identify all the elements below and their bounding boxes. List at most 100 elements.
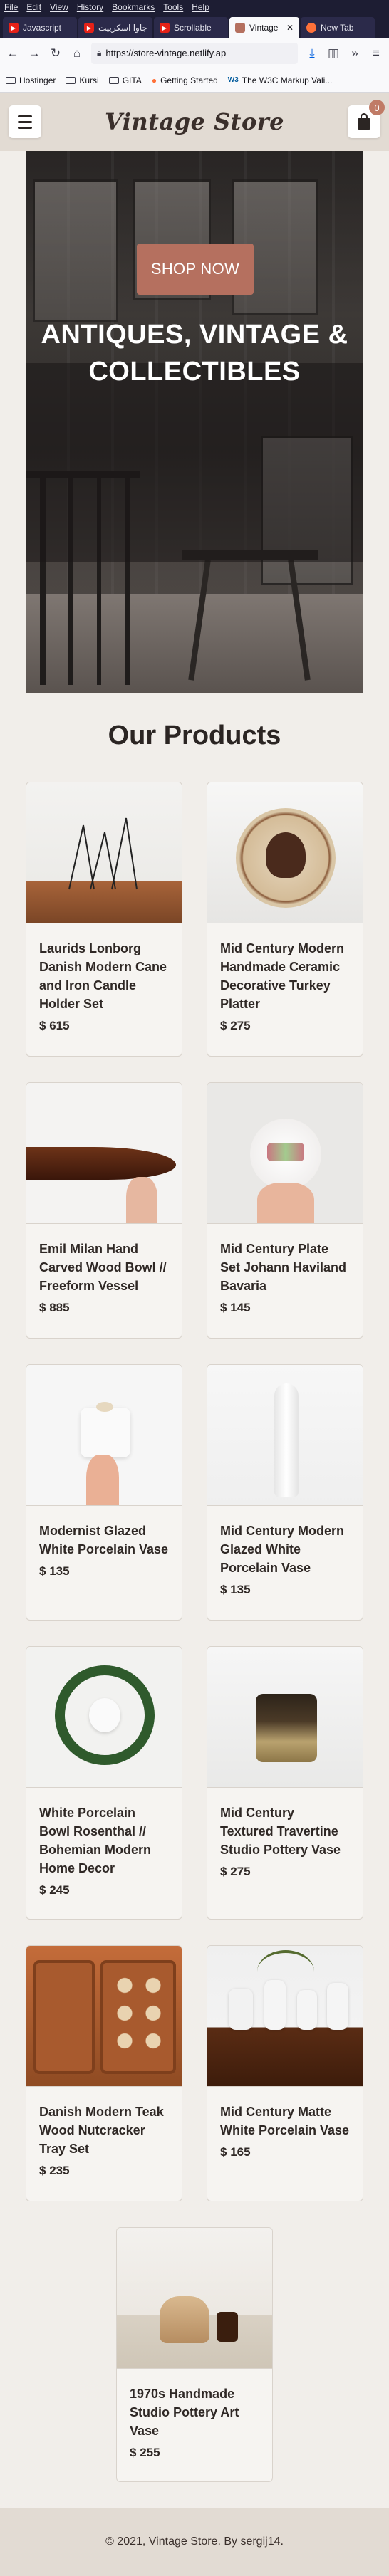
tab-label: Javascript — [23, 23, 62, 33]
bookmark-item[interactable]: W3 The W3C Markup Vali... — [228, 75, 332, 85]
product-card[interactable]: Mid Century Modern Glazed White Porcelai… — [207, 1364, 363, 1621]
library-icon[interactable]: ▥ — [326, 45, 341, 62]
menu-tools[interactable]: Tools — [163, 2, 183, 12]
menu-icon-bar — [18, 126, 32, 129]
site-logo[interactable]: Vintage Store — [105, 108, 284, 135]
browser-tab-active[interactable]: Vintage ✕ — [229, 17, 299, 38]
product-image[interactable] — [207, 1083, 363, 1224]
folder-icon — [6, 76, 16, 84]
product-card[interactable]: Emil Milan Hand Carved Wood Bowl // Free… — [26, 1082, 182, 1339]
bookmark-item[interactable]: GITA — [108, 75, 142, 85]
download-icon[interactable]: ⤓ — [305, 45, 319, 62]
product-card[interactable]: Mid Century Modern Handmade Ceramic Deco… — [207, 782, 363, 1057]
bookmark-item[interactable]: ● Getting Started — [152, 75, 218, 85]
matte-vase-illustration — [229, 1989, 253, 2030]
shop-now-button[interactable]: SHOP NOW — [137, 244, 254, 295]
product-card[interactable]: 1970s Handmade Studio Pottery Art Vase 2… — [116, 2227, 273, 2482]
bookmarks-bar: Hostinger Kursi GITA ● Getting Started W3… — [0, 68, 389, 93]
home-icon[interactable]: ⌂ — [70, 45, 84, 62]
menu-toggle-button[interactable] — [9, 105, 41, 138]
product-name[interactable]: 1970s Handmade Studio Pottery Art Vase — [117, 2369, 272, 2440]
browser-tab[interactable]: ▶ Scrollable — [154, 17, 228, 38]
browser-tab[interactable]: ▶ جاوا اسکریپت — [78, 17, 152, 38]
hero-overlay — [26, 363, 363, 562]
product-name[interactable]: Mid Century Modern Handmade Ceramic Deco… — [207, 923, 363, 1013]
hamburger-menu-icon[interactable]: ≡ — [369, 45, 383, 62]
bookmark-item[interactable]: Hostinger — [6, 75, 56, 85]
product-name[interactable]: Mid Century Plate Set Johann Haviland Ba… — [207, 1224, 363, 1295]
pottery-vase-illustration — [160, 2296, 209, 2343]
product-image[interactable] — [26, 1647, 182, 1788]
tab-strip: ▶ Javascript ▶ جاوا اسکریپت ▶ Scrollable… — [0, 14, 389, 38]
product-price: 275 — [207, 1859, 363, 1879]
close-tab-icon[interactable]: ✕ — [286, 23, 294, 33]
url-bar[interactable]: 🔒︎ https://store-vintage.netlify.ap — [91, 42, 298, 64]
youtube-icon: ▶ — [9, 23, 19, 33]
forward-icon[interactable]: → — [27, 45, 41, 62]
menu-bookmarks[interactable]: Bookmarks — [112, 2, 155, 12]
menu-edit[interactable]: Edit — [26, 2, 41, 12]
bookmark-item[interactable]: Kursi — [66, 75, 99, 85]
product-card[interactable]: Danish Modern Teak Wood Nutcracker Tray … — [26, 1945, 182, 2201]
w3c-icon: W3 — [227, 76, 239, 84]
product-card[interactable]: Laurids Lonborg Danish Modern Cane and I… — [26, 782, 182, 1057]
product-price: 255 — [117, 2440, 272, 2460]
product-price: 135 — [207, 1577, 363, 1597]
browser-menubar: File Edit View History Bookmarks Tools H… — [0, 0, 389, 14]
product-image[interactable] — [207, 1365, 363, 1506]
overflow-menu-icon[interactable]: » — [348, 45, 362, 62]
teak-tray-illustration — [33, 1960, 95, 2074]
hero-banner: SHOP NOW ANTIQUES, VINTAGE & COLLECTIBLE… — [26, 151, 363, 693]
hand-decor — [86, 1455, 119, 1505]
product-image[interactable] — [117, 2228, 272, 2369]
nuts-decor — [110, 1972, 167, 2064]
menu-help[interactable]: Help — [192, 2, 209, 12]
matte-vase-illustration — [297, 1990, 317, 2030]
hero-title-line: COLLECTIBLES — [88, 357, 301, 387]
menu-history[interactable]: History — [77, 2, 103, 12]
folder-icon — [66, 76, 76, 84]
url-text: https://store-vintage.netlify.ap — [105, 48, 227, 58]
browser-tab[interactable]: ▶ Javascript — [3, 17, 77, 38]
product-card[interactable]: White Porcelain Bowl Rosenthal // Bohemi… — [26, 1646, 182, 1920]
candle-decor — [217, 2312, 238, 2342]
product-name[interactable]: Mid Century Textured Travertine Studio P… — [207, 1788, 363, 1859]
back-icon[interactable]: ← — [6, 45, 20, 62]
menu-view[interactable]: View — [50, 2, 68, 12]
hero-title: ANTIQUES, VINTAGE & COLLECTIBLES — [26, 316, 363, 390]
product-name[interactable]: Danish Modern Teak Wood Nutcracker Tray … — [26, 2087, 182, 2158]
menu-icon-bar — [18, 120, 32, 123]
product-name[interactable]: Mid Century Matte White Porcelain Vase — [207, 2087, 363, 2140]
product-card[interactable]: Mid Century Plate Set Johann Haviland Ba… — [207, 1082, 363, 1339]
menu-file[interactable]: File — [4, 2, 18, 12]
product-image[interactable] — [207, 1647, 363, 1788]
product-name[interactable]: White Porcelain Bowl Rosenthal // Bohemi… — [26, 1788, 182, 1878]
hero-title-line: ANTIQUES, VINTAGE & — [41, 320, 348, 350]
product-name[interactable]: Modernist Glazed White Porcelain Vase — [26, 1506, 182, 1559]
product-price: 275 — [207, 1013, 363, 1033]
browser-tab[interactable]: New Tab — [301, 17, 375, 38]
candle-holder-illustration — [68, 817, 138, 890]
product-image[interactable] — [26, 1946, 182, 2087]
firefox-icon: ● — [151, 75, 157, 85]
product-name[interactable]: Laurids Lonborg Danish Modern Cane and I… — [26, 923, 182, 1013]
product-image[interactable] — [26, 1083, 182, 1224]
products-heading: Our Products — [108, 721, 281, 750]
reload-icon[interactable]: ↻ — [48, 45, 63, 62]
product-card[interactable]: Mid Century Textured Travertine Studio P… — [207, 1646, 363, 1920]
product-price: 615 — [26, 1013, 182, 1033]
product-image[interactable] — [26, 1365, 182, 1506]
browser-toolbar: ← → ↻ ⌂ 🔒︎ https://store-vintage.netlify… — [0, 38, 389, 68]
product-image[interactable] — [207, 782, 363, 923]
product-image[interactable] — [207, 1946, 363, 2087]
cart-button[interactable]: 0 — [348, 100, 385, 138]
product-card[interactable]: Mid Century Matte White Porcelain Vase 1… — [207, 1945, 363, 2201]
branch-decor — [257, 1950, 314, 1993]
product-name[interactable]: Emil Milan Hand Carved Wood Bowl // Free… — [26, 1224, 182, 1295]
shopping-bag-icon — [358, 113, 370, 130]
product-image[interactable] — [26, 782, 182, 923]
porcelain-vase-illustration — [81, 1408, 130, 1457]
product-card[interactable]: Modernist Glazed White Porcelain Vase 13… — [26, 1364, 182, 1621]
product-name[interactable]: Mid Century Modern Glazed White Porcelai… — [207, 1506, 363, 1577]
product-price: 245 — [26, 1878, 182, 1897]
